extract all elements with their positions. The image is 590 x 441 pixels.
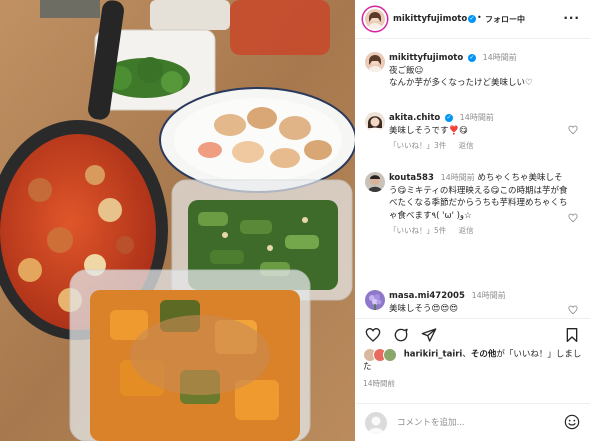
comment-like-heart-icon[interactable] (568, 305, 578, 315)
following-button[interactable]: フォロー中 (485, 14, 525, 25)
comment-avatar[interactable] (365, 290, 385, 310)
likes-separator: 、 (462, 349, 471, 360)
post-side-panel: mikittyfujimoto ✓ • フォロー中 ... mikittyfuj… (355, 0, 590, 441)
comment-avatar[interactable] (365, 172, 385, 192)
author-avatar[interactable] (365, 9, 385, 29)
instagram-post-window: mikittyfujimoto ✓ • フォロー中 ... mikittyfuj… (0, 0, 590, 441)
save-bookmark-icon[interactable] (564, 327, 580, 343)
liker-username[interactable]: harikiri_tairi (404, 350, 463, 360)
comment-username[interactable]: kouta583 (389, 173, 434, 183)
comment-reply-link[interactable]: 返信 (459, 226, 474, 235)
current-user-avatar (365, 412, 387, 434)
caption-line-2: なんか芋が多くなったけど美味しい♡ (389, 78, 533, 88)
likes-summary: harikiri_tairi、その他が「いいね！」しました (363, 348, 585, 374)
caption-line-1: 夜ご飯☺︎ (389, 65, 424, 76)
comment-input[interactable] (395, 413, 559, 433)
caption-time: 14時間前 (482, 53, 517, 62)
more-options-icon[interactable]: ... (563, 8, 580, 22)
comment-username[interactable]: akita.chito (389, 113, 440, 123)
comment-verified-badge-icon: ✓ (444, 113, 453, 122)
likes-others-link[interactable]: その他 (471, 350, 497, 360)
comment-text: 美味しそう😍😍😍 (389, 303, 459, 314)
emoji-smiley-icon[interactable] (564, 414, 580, 430)
like-heart-icon[interactable] (365, 327, 381, 343)
comment-time: 14時間前 (440, 173, 475, 182)
liker-avatar (383, 348, 397, 362)
caption-avatar[interactable] (365, 52, 385, 72)
liker-avatars (363, 348, 399, 362)
header-separator: • (477, 13, 482, 22)
comment-avatar[interactable] (365, 112, 385, 132)
dinner-photo-illustration (0, 0, 355, 441)
post-action-bar (355, 318, 590, 349)
verified-badge-icon: ✓ (468, 15, 476, 23)
comment-time: 14時間前 (459, 113, 494, 122)
post-header: mikittyfujimoto ✓ • フォロー中 ... (355, 0, 590, 39)
comment-input-bar (355, 403, 590, 441)
comment-likes-link[interactable]: 「いいね！」5件 (389, 226, 446, 235)
comment-text: 美味しそうです❣️😋 (389, 125, 468, 136)
share-paper-plane-icon[interactable] (421, 327, 437, 343)
comment-time: 14時間前 (471, 291, 506, 300)
comment-like-heart-icon[interactable] (568, 213, 578, 223)
comment-bubble-icon[interactable] (393, 327, 409, 343)
comment-reply-link[interactable]: 返信 (459, 141, 474, 150)
author-username[interactable]: mikittyfujimoto (393, 14, 467, 24)
post-timestamp: 14時間前 (363, 379, 396, 388)
comment-username[interactable]: masa.mi472005 (389, 291, 465, 301)
comment-likes-link[interactable]: 「いいね！」3件 (389, 141, 446, 150)
post-photo[interactable] (0, 0, 355, 441)
comment-like-heart-icon[interactable] (568, 125, 578, 135)
caption-verified-badge-icon: ✓ (467, 53, 476, 62)
caption-username[interactable]: mikittyfujimoto (389, 53, 463, 63)
